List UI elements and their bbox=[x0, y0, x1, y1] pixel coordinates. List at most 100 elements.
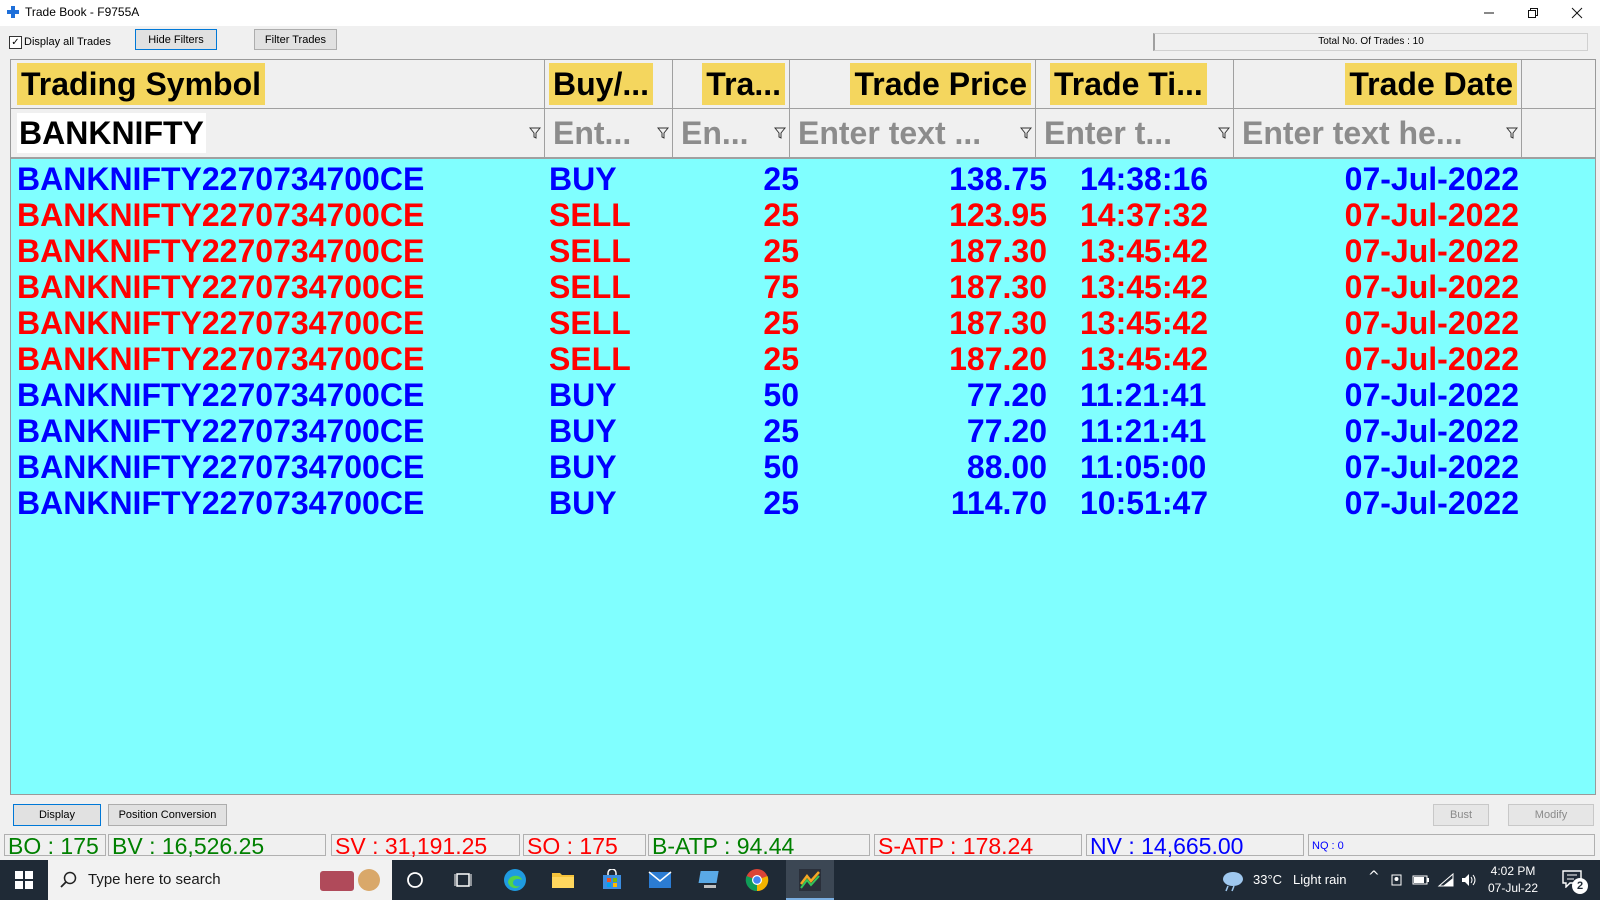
cell-time: 14:38:16 bbox=[1080, 161, 1209, 197]
chrome-button[interactable] bbox=[743, 866, 771, 894]
column-header-buy-sell[interactable]: Buy/... bbox=[545, 60, 673, 108]
minimize-button[interactable] bbox=[1466, 0, 1512, 26]
edge-button[interactable] bbox=[501, 866, 529, 894]
table-row[interactable]: BANKNIFTY2270734700CE BUY 50 88.00 11:05… bbox=[11, 449, 1595, 485]
table-row[interactable]: BANKNIFTY2270734700CE SELL 25 187.20 13:… bbox=[11, 341, 1595, 377]
filter-cell-trade-date[interactable]: Enter text he... bbox=[1234, 109, 1522, 157]
filter-cell-trade-price[interactable]: Enter text ... bbox=[790, 109, 1036, 157]
cell-price: 88.00 bbox=[966, 449, 1047, 485]
filter-input-trading-symbol[interactable]: BANKNIFTY bbox=[17, 113, 206, 153]
cell-side: BUY bbox=[549, 413, 617, 449]
restore-button[interactable] bbox=[1510, 0, 1556, 26]
filter-input-trade-time[interactable]: Enter t... bbox=[1042, 113, 1174, 153]
cell-qty: 75 bbox=[763, 269, 799, 305]
cell-side: SELL bbox=[549, 233, 631, 269]
weather-temp[interactable]: 33°C bbox=[1253, 872, 1282, 887]
table-row[interactable]: BANKNIFTY2270734700CE SELL 25 187.30 13:… bbox=[11, 233, 1595, 269]
filter-row: BANKNIFTY Ent... En... Enter text ... En… bbox=[11, 109, 1595, 159]
stat-buy-atp: B-ATP : 94.44 bbox=[648, 834, 870, 858]
cell-time: 13:45:42 bbox=[1080, 233, 1209, 269]
column-header-trade-qty[interactable]: Tra... bbox=[673, 60, 790, 108]
wifi-icon[interactable] bbox=[1437, 872, 1455, 888]
search-highlight-icon bbox=[320, 865, 384, 895]
cell-time: 14:37:32 bbox=[1080, 197, 1209, 233]
funnel-icon[interactable] bbox=[1218, 127, 1230, 139]
display-button[interactable]: Display bbox=[13, 804, 101, 826]
filter-cell-buy-sell[interactable]: Ent... bbox=[545, 109, 673, 157]
cell-side: BUY bbox=[549, 377, 617, 413]
filter-input-buy-sell[interactable]: Ent... bbox=[551, 113, 633, 153]
column-header-trading-symbol[interactable]: Trading Symbol bbox=[11, 60, 545, 108]
display-all-checkbox[interactable]: ✓ bbox=[9, 36, 22, 49]
cell-qty: 25 bbox=[763, 197, 799, 233]
funnel-icon[interactable] bbox=[774, 127, 786, 139]
edge-icon bbox=[504, 869, 526, 891]
taskbar: Type here to search 33°C Light rain ^ 4:… bbox=[0, 860, 1600, 900]
volume-icon[interactable] bbox=[1460, 872, 1478, 888]
cell-side: SELL bbox=[549, 197, 631, 233]
cell-price: 77.20 bbox=[966, 413, 1047, 449]
filter-input-trade-date[interactable]: Enter text he... bbox=[1240, 113, 1465, 153]
funnel-icon[interactable] bbox=[529, 127, 541, 139]
cell-symbol: BANKNIFTY2270734700CE bbox=[17, 197, 425, 233]
filter-cell-trade-time[interactable]: Enter t... bbox=[1036, 109, 1234, 157]
column-header-trade-date[interactable]: Trade Date bbox=[1234, 60, 1522, 108]
position-conversion-button[interactable]: Position Conversion bbox=[108, 804, 227, 826]
start-button[interactable] bbox=[10, 866, 38, 894]
cell-date: 07-Jul-2022 bbox=[1344, 269, 1519, 305]
cell-time: 11:21:41 bbox=[1080, 377, 1207, 413]
cell-time: 13:45:42 bbox=[1080, 269, 1209, 305]
filter-cell-trade-qty[interactable]: En... bbox=[673, 109, 790, 157]
cell-qty: 25 bbox=[763, 413, 799, 449]
funnel-icon[interactable] bbox=[657, 127, 669, 139]
table-row[interactable]: BANKNIFTY2270734700CE BUY 25 114.70 10:5… bbox=[11, 485, 1595, 521]
funnel-icon[interactable] bbox=[1506, 127, 1518, 139]
weather-icon bbox=[1223, 872, 1243, 892]
battery-icon[interactable] bbox=[1412, 874, 1430, 886]
table-row[interactable]: BANKNIFTY2270734700CE SELL 75 187.30 13:… bbox=[11, 269, 1595, 305]
close-icon bbox=[1571, 7, 1583, 19]
cell-qty: 25 bbox=[763, 485, 799, 521]
cell-price: 187.30 bbox=[949, 305, 1047, 341]
stat-sell-orders: SO : 175 bbox=[523, 834, 646, 858]
cell-time: 13:45:42 bbox=[1080, 341, 1209, 377]
table-row[interactable]: BANKNIFTY2270734700CE BUY 50 77.20 11:21… bbox=[11, 377, 1595, 413]
clock-date[interactable]: 07-Jul-22 bbox=[1486, 881, 1540, 895]
clock-time[interactable]: 4:02 PM bbox=[1488, 864, 1538, 878]
cell-qty: 50 bbox=[763, 377, 799, 413]
filter-input-trade-qty[interactable]: En... bbox=[679, 113, 751, 153]
table-row[interactable]: BANKNIFTY2270734700CE BUY 25 138.75 14:3… bbox=[11, 161, 1595, 197]
trading-app-button[interactable] bbox=[786, 860, 834, 900]
meet-icon[interactable] bbox=[1390, 873, 1404, 887]
table-row[interactable]: BANKNIFTY2270734700CE BUY 25 77.20 11:21… bbox=[11, 413, 1595, 449]
table-row[interactable]: BANKNIFTY2270734700CE SELL 25 123.95 14:… bbox=[11, 197, 1595, 233]
store-button[interactable] bbox=[598, 866, 626, 894]
hide-filters-button[interactable]: Hide Filters bbox=[135, 29, 217, 50]
funnel-icon[interactable] bbox=[1020, 127, 1032, 139]
column-header-trade-time[interactable]: Trade Ti... bbox=[1036, 60, 1234, 108]
column-label: Trade Ti... bbox=[1050, 63, 1207, 105]
chevron-up-icon[interactable]: ^ bbox=[1368, 869, 1380, 885]
modify-button[interactable]: Modify bbox=[1508, 804, 1594, 826]
column-header-trade-price[interactable]: Trade Price bbox=[790, 60, 1036, 108]
cell-price: 123.95 bbox=[949, 197, 1047, 233]
cell-qty: 25 bbox=[763, 233, 799, 269]
filter-cell-trading-symbol[interactable]: BANKNIFTY bbox=[11, 109, 545, 157]
search-placeholder: Type here to search bbox=[88, 871, 221, 888]
cell-side: BUY bbox=[549, 485, 617, 521]
mail-button[interactable] bbox=[646, 866, 674, 894]
table-row[interactable]: BANKNIFTY2270734700CE SELL 25 187.30 13:… bbox=[11, 305, 1595, 341]
filter-input-trade-price[interactable]: Enter text ... bbox=[796, 113, 983, 153]
remote-desktop-button[interactable] bbox=[696, 866, 724, 894]
taskbar-search[interactable]: Type here to search bbox=[48, 860, 392, 900]
cell-date: 07-Jul-2022 bbox=[1344, 161, 1519, 197]
weather-desc[interactable]: Light rain bbox=[1293, 872, 1346, 887]
notification-button[interactable]: 2 bbox=[1558, 868, 1588, 894]
close-button[interactable] bbox=[1554, 0, 1600, 26]
filter-trades-button[interactable]: Filter Trades bbox=[254, 29, 337, 50]
bust-button[interactable]: Bust bbox=[1433, 804, 1489, 826]
cortana-button[interactable] bbox=[401, 866, 429, 894]
task-view-button[interactable] bbox=[449, 866, 477, 894]
file-explorer-button[interactable] bbox=[549, 866, 577, 894]
cell-side: SELL bbox=[549, 269, 631, 305]
